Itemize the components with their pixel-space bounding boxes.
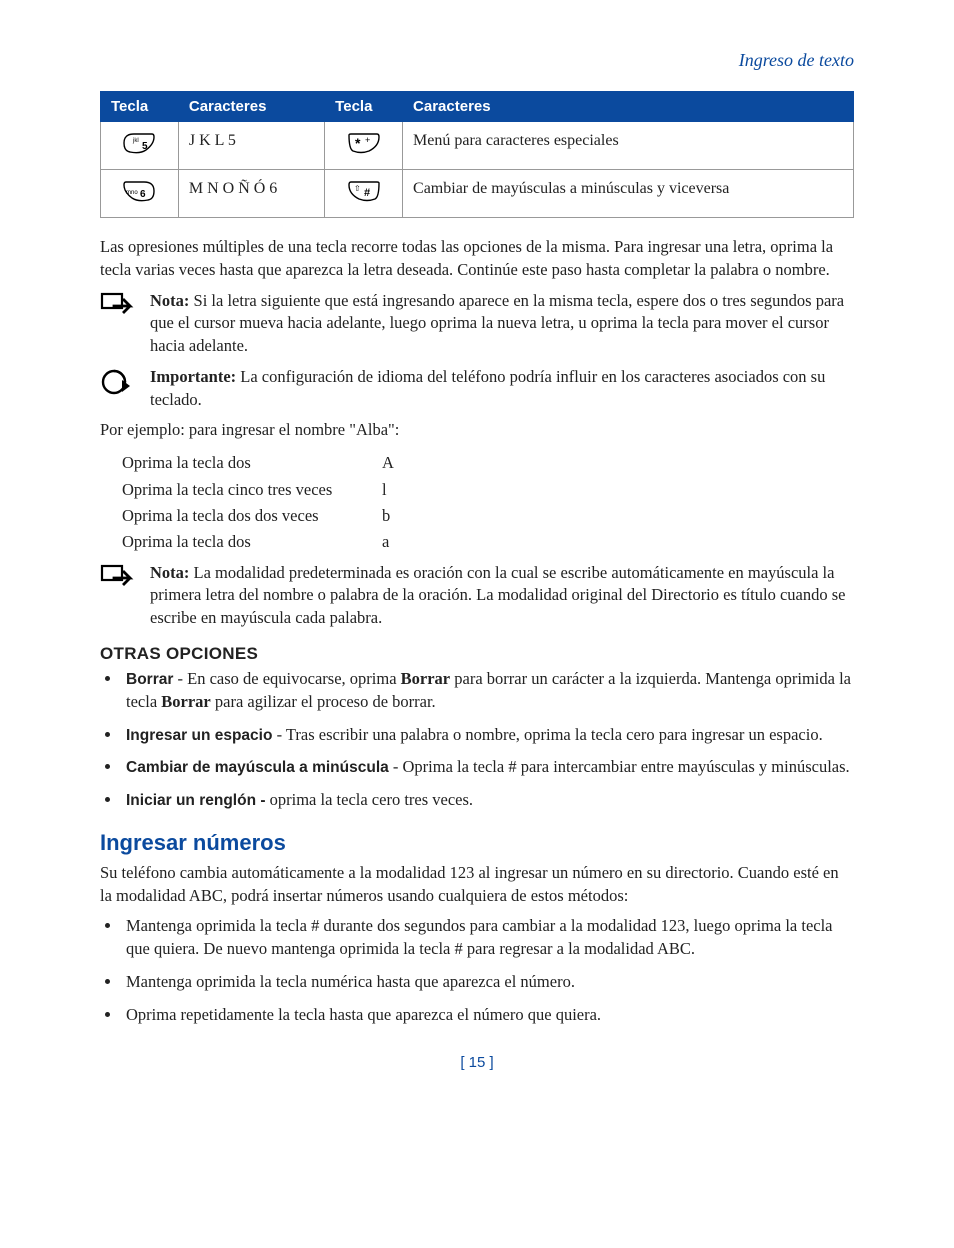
th-caracteres-2: Caracteres (403, 92, 854, 122)
note-body: Si la letra siguiente que está ingresand… (150, 291, 844, 356)
svg-text:#: # (364, 187, 370, 199)
table-row: jkl5 J K L 5 *+ Menú para caracteres esp… (101, 122, 854, 170)
cell-key5: jkl5 (101, 122, 179, 170)
important-icon (100, 366, 150, 403)
item-bold: Borrar (401, 669, 450, 688)
example-row: Oprima la tecla cinco tres vecesl (122, 477, 854, 503)
svg-text:6: 6 (140, 189, 146, 200)
page-number: [ 15 ] (100, 1054, 854, 1071)
list-item: Borrar - En caso de equivocarse, oprima … (122, 668, 854, 714)
important-callout: Importante: La configuración de idioma d… (100, 366, 854, 412)
example-row: Oprima la tecla dosA (122, 450, 854, 476)
numbers-intro: Su teléfono cambia automáticamente a la … (100, 862, 854, 908)
item-text: Oprima la tecla # para intercambiar entr… (403, 757, 850, 776)
example-step: Oprima la tecla dos (122, 529, 382, 555)
list-item: Mantenga oprimida la tecla # durante dos… (122, 915, 854, 961)
note-lead: Nota: (150, 291, 189, 310)
list-item: Iniciar un renglón - oprima la tecla cer… (122, 789, 854, 812)
key-star-icon: *+ (347, 132, 381, 159)
note-icon (100, 562, 150, 595)
otras-opciones-list: Borrar - En caso de equivocarse, oprima … (100, 668, 854, 812)
heading-otras-opciones: OTRAS OPCIONES (100, 644, 854, 664)
list-item: Ingresar un espacio - Tras escribir una … (122, 724, 854, 747)
example-result: b (382, 503, 390, 529)
note-text-2: Nota: La modalidad predeterminada es ora… (150, 562, 854, 630)
example-result: a (382, 529, 389, 555)
breadcrumb: Ingreso de texto (100, 50, 854, 71)
heading-ingresar-numeros: Ingresar números (100, 830, 854, 856)
key-5-icon: jkl5 (122, 132, 156, 159)
svg-text:jkl: jkl (132, 138, 139, 144)
cell-charsstar: Menú para caracteres especiales (403, 122, 854, 170)
note-body: La modalidad predeterminada es oración c… (150, 563, 846, 628)
list-item: Mantenga oprimida la tecla numérica hast… (122, 971, 854, 994)
note-callout-1: Nota: Si la letra siguiente que está ing… (100, 290, 854, 358)
page: Ingreso de texto Tecla Caracteres Tecla … (0, 0, 954, 1111)
list-item: Cambiar de mayúscula a minúscula - Oprim… (122, 756, 854, 779)
item-lead: Ingresar un espacio (126, 727, 272, 744)
item-lead: Cambiar de mayúscula a minúscula (126, 759, 389, 776)
example-result: A (382, 450, 394, 476)
note-text-1: Nota: Si la letra siguiente que está ing… (150, 290, 854, 358)
cell-chars6: M N O Ñ Ó 6 (178, 170, 324, 218)
item-text: En caso de equivocarse, oprima (187, 669, 401, 688)
note-lead: Nota: (150, 563, 189, 582)
important-text: Importante: La configuración de idioma d… (150, 366, 854, 412)
table-row: mno6 M N O Ñ Ó 6 ⇧# Cambiar de mayúscula… (101, 170, 854, 218)
example-grid: Oprima la tecla dosA Oprima la tecla cin… (122, 450, 854, 556)
key-6-icon: mno6 (122, 180, 156, 207)
numbers-list: Mantenga oprimida la tecla # durante dos… (100, 915, 854, 1026)
note-icon (100, 290, 150, 323)
important-body: La configuración de idioma del teléfono … (150, 367, 825, 409)
important-lead: Importante: (150, 367, 236, 386)
example-row: Oprima la tecla dosa (122, 529, 854, 555)
svg-text:⇧: ⇧ (354, 184, 361, 193)
key-hash-icon: ⇧# (347, 180, 381, 207)
th-caracteres-1: Caracteres (178, 92, 324, 122)
svg-text:5: 5 (142, 141, 148, 152)
cell-keystar: *+ (325, 122, 403, 170)
example-step: Oprima la tecla dos (122, 450, 382, 476)
example-intro: Por ejemplo: para ingresar el nombre "Al… (100, 419, 854, 442)
item-text: oprima la tecla cero tres veces. (270, 790, 473, 809)
item-sep: - (389, 757, 403, 776)
item-lead: Borrar (126, 671, 173, 688)
svg-text:+: + (365, 135, 370, 145)
th-tecla-1: Tecla (101, 92, 179, 122)
list-item: Oprima repetidamente la tecla hasta que … (122, 1004, 854, 1027)
example-row: Oprima la tecla dos dos vecesb (122, 503, 854, 529)
example-result: l (382, 477, 387, 503)
example-step: Oprima la tecla dos dos veces (122, 503, 382, 529)
item-lead: Iniciar un renglón - (126, 792, 266, 809)
paragraph-intro: Las opresiones múltiples de una tecla re… (100, 236, 854, 282)
cell-key6: mno6 (101, 170, 179, 218)
cell-chars5: J K L 5 (178, 122, 324, 170)
item-sep: - (272, 725, 285, 744)
cell-keyhash: ⇧# (325, 170, 403, 218)
cell-charshash: Cambiar de mayúsculas a minúsculas y vic… (403, 170, 854, 218)
example-step: Oprima la tecla cinco tres veces (122, 477, 382, 503)
item-text: para agilizar el proceso de borrar. (211, 692, 436, 711)
item-sep: - (173, 669, 187, 688)
svg-text:*: * (355, 135, 361, 151)
svg-text:mno: mno (126, 190, 138, 196)
th-tecla-2: Tecla (325, 92, 403, 122)
note-callout-2: Nota: La modalidad predeterminada es ora… (100, 562, 854, 630)
character-table: Tecla Caracteres Tecla Caracteres jkl5 J… (100, 91, 854, 218)
item-bold: Borrar (161, 692, 210, 711)
item-text: Tras escribir una palabra o nombre, opri… (286, 725, 823, 744)
